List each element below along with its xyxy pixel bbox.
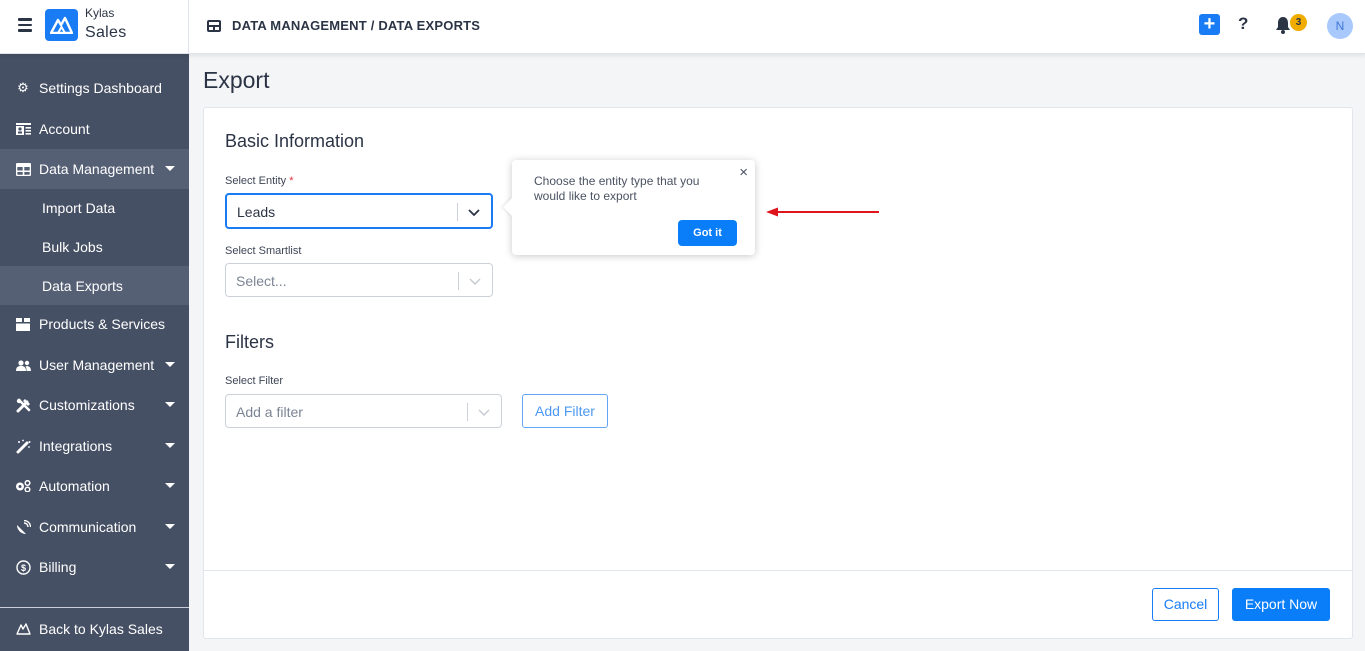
filter-select[interactable]: Add a filter xyxy=(225,394,502,428)
entity-select-value: Leads xyxy=(237,204,276,220)
caret-down-icon xyxy=(165,166,175,171)
sidebar-item-label: Bulk Jobs xyxy=(42,239,103,255)
sidebar-item-products-services[interactable]: Products & Services xyxy=(0,304,189,344)
hamburger-menu-icon[interactable] xyxy=(18,18,32,32)
brand-name-product: Sales xyxy=(85,24,127,41)
close-icon[interactable]: × xyxy=(739,164,748,181)
sidebar-item-integrations[interactable]: Integrations xyxy=(0,426,189,466)
caret-down-icon xyxy=(165,564,175,569)
back-link-label: Back to Kylas Sales xyxy=(39,621,163,637)
select-separator xyxy=(457,203,458,221)
export-form-card: Basic Information Select Entity * Leads … xyxy=(203,107,1353,639)
sidebar-item-settings-dashboard[interactable]: ⚙ Settings Dashboard xyxy=(0,68,189,108)
settings-sidebar: ⚙ Settings Dashboard Account Data Manage… xyxy=(0,54,189,651)
sidebar-item-label: Automation xyxy=(39,478,110,494)
sidebar-item-label: Data Management xyxy=(39,161,155,177)
back-to-kylas-sales-link[interactable]: Back to Kylas Sales xyxy=(0,609,189,649)
breadcrumb: DATA MANAGEMENT / DATA EXPORTS xyxy=(207,18,480,33)
sidebar-item-label: User Management xyxy=(39,357,155,373)
sidebar-item-label: Settings Dashboard xyxy=(39,80,162,96)
select-smartlist-label: Select Smartlist xyxy=(225,245,302,257)
notification-count-badge: 3 xyxy=(1290,14,1307,31)
entity-select[interactable]: Leads xyxy=(225,193,493,229)
sidebar-subitem-bulk-jobs[interactable]: Bulk Jobs xyxy=(0,227,189,267)
user-avatar[interactable]: N xyxy=(1327,13,1353,39)
cancel-button[interactable]: Cancel xyxy=(1152,588,1219,621)
chevron-down-icon[interactable] xyxy=(468,205,480,223)
caret-down-icon xyxy=(165,402,175,407)
caret-down-icon xyxy=(165,483,175,488)
sidebar-item-label: Customizations xyxy=(39,397,135,413)
magic-wand-icon xyxy=(15,438,31,454)
help-icon[interactable]: ? xyxy=(1238,14,1248,34)
top-bar: Kylas Sales DATA MANAGEMENT / DATA EXPOR… xyxy=(0,0,1365,54)
sidebar-item-label: Billing xyxy=(39,559,77,575)
caret-down-icon xyxy=(165,443,175,448)
sidebar-item-customizations[interactable]: Customizations xyxy=(0,385,189,425)
breadcrumb-text: DATA MANAGEMENT / DATA EXPORTS xyxy=(232,18,481,33)
users-icon xyxy=(15,357,31,373)
quick-add-plus-icon[interactable]: + xyxy=(1199,14,1220,35)
sidebar-subitem-import-data[interactable]: Import Data xyxy=(0,188,189,228)
sidebar-divider xyxy=(0,607,189,608)
table-icon xyxy=(207,19,221,32)
sidebar-item-label: Integrations xyxy=(39,438,113,454)
sidebar-item-data-management[interactable]: Data Management xyxy=(0,149,189,189)
kylas-logo-icon xyxy=(15,621,31,637)
got-it-button[interactable]: Got it xyxy=(678,220,737,246)
card-footer xyxy=(204,570,1352,571)
caret-down-icon xyxy=(165,362,175,367)
export-now-button[interactable]: Export Now xyxy=(1232,588,1330,621)
basic-information-heading: Basic Information xyxy=(225,131,365,151)
sidebar-item-label: Communication xyxy=(39,519,137,535)
id-card-icon xyxy=(15,121,31,137)
dollar-circle-icon: $ xyxy=(15,559,31,575)
brand-area: Kylas Sales xyxy=(0,0,189,54)
sidebar-item-communication[interactable]: Communication xyxy=(0,507,189,547)
smartlist-select-placeholder: Select... xyxy=(236,273,287,289)
smartlist-select[interactable]: Select... xyxy=(225,263,493,297)
sidebar-item-user-management[interactable]: User Management xyxy=(0,345,189,385)
satellite-dish-icon xyxy=(15,519,31,535)
sidebar-item-label: Products & Services xyxy=(39,316,166,332)
sidebar-item-label: Account xyxy=(39,121,90,137)
sidebar-subitem-data-exports[interactable]: Data Exports xyxy=(0,266,189,305)
select-entity-label-text: Select Entity xyxy=(225,175,287,187)
sidebar-item-billing[interactable]: $ Billing xyxy=(0,547,189,587)
sidebar-item-automation[interactable]: Automation xyxy=(0,466,189,506)
required-asterisk: * xyxy=(289,175,294,187)
sidebar-item-account[interactable]: Account xyxy=(0,109,189,149)
chevron-down-icon[interactable] xyxy=(478,405,490,423)
annotation-arrow-icon xyxy=(766,207,879,217)
cogs-icon xyxy=(15,478,31,494)
svg-text:$: $ xyxy=(20,563,25,573)
sidebar-item-label: Import Data xyxy=(42,200,116,216)
gear-icon: ⚙ xyxy=(17,80,29,95)
brand-name-small: Kylas xyxy=(85,6,115,20)
chevron-down-icon[interactable] xyxy=(469,274,481,292)
filters-heading: Filters xyxy=(225,332,274,352)
select-entity-label: Select Entity * xyxy=(225,175,293,187)
select-separator xyxy=(467,403,468,421)
select-filter-label: Select Filter xyxy=(225,375,284,387)
tooltip-text: Choose the entity type that you would li… xyxy=(534,174,700,203)
table-icon xyxy=(15,161,31,177)
page-title: Export xyxy=(203,67,270,93)
sidebar-item-label: Data Exports xyxy=(42,277,123,294)
kylas-logo-icon[interactable] xyxy=(45,9,78,41)
box-icon xyxy=(15,316,31,332)
add-filter-button[interactable]: Add Filter xyxy=(522,394,608,428)
filter-select-placeholder: Add a filter xyxy=(236,404,303,420)
select-separator xyxy=(458,272,459,290)
onboarding-tooltip: Choose the entity type that you would li… xyxy=(512,160,755,255)
tools-icon xyxy=(15,397,31,413)
notification-bell-icon[interactable] xyxy=(1275,16,1291,34)
caret-down-icon xyxy=(165,524,175,529)
